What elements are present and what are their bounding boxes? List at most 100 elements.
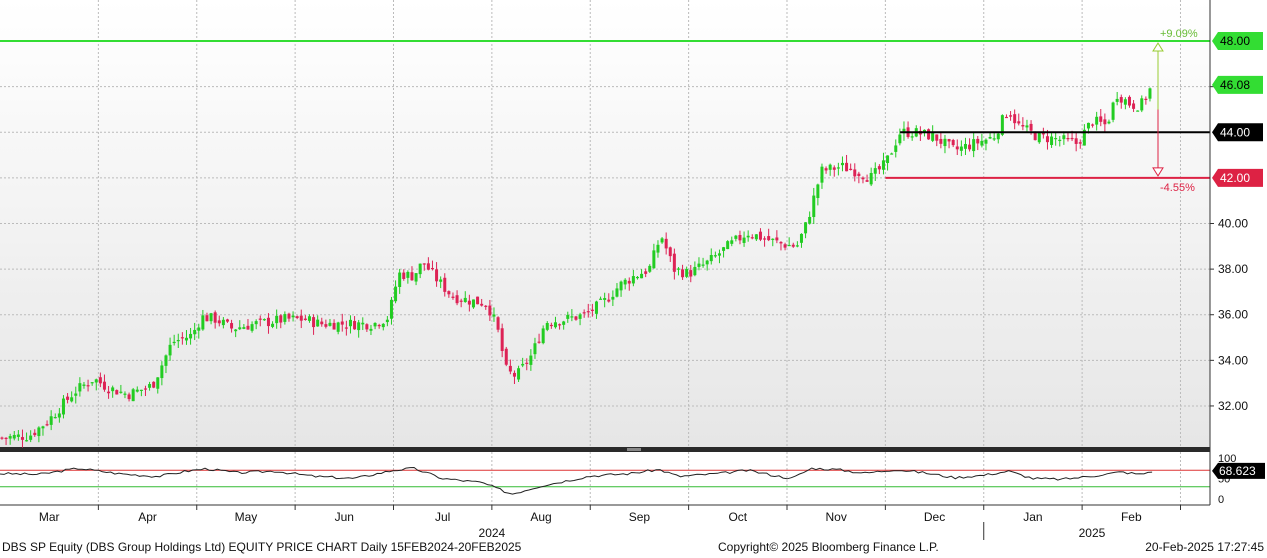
candle-up [611,296,615,300]
candle-up [381,323,385,328]
y-tick-label: 34.00 [1218,353,1248,367]
candle-up [1025,125,1029,128]
candle-up [943,138,947,147]
candle-down [127,394,131,400]
candle-down [107,391,111,394]
x-month-label: Mar [39,510,60,524]
candle-up [94,379,98,383]
candle-down [332,322,336,330]
candle-up [709,255,713,262]
candle-down [947,139,951,142]
candle-up [553,322,557,328]
candle-up [316,319,320,327]
candle-up [1086,122,1090,129]
candle-down [824,168,828,171]
x-month-label: Feb [1121,510,1142,524]
candle-up [980,140,984,146]
candle-down [1103,119,1107,125]
x-month-label: Jan [1023,510,1042,524]
chart-description: DBS SP Equity (DBS Group Holdings Ltd) E… [2,540,522,554]
candle-down [33,432,37,436]
candle-up [209,313,213,322]
candle-up [603,298,607,300]
candle-up [521,363,525,366]
candle-up [172,341,176,344]
candle-up [771,238,775,240]
candle-up [357,322,361,331]
candle-down [496,317,500,330]
candle-up [57,413,61,418]
candle-up [1095,116,1099,125]
candle-up [398,272,402,288]
candle-up [234,329,238,332]
candle-up [812,195,816,218]
candle-up [828,164,832,170]
candle-down [832,167,836,170]
candle-down [877,166,881,170]
candle-down [365,324,369,330]
candle-up [816,184,820,199]
candle-up [131,389,135,402]
x-month-label: Aug [530,510,551,524]
candle-down [402,272,406,279]
candle-up [37,427,41,437]
candle-up [820,166,824,183]
candle-down [4,437,8,439]
candle-down [1119,97,1123,103]
candle-down [435,269,439,282]
candle-up [348,319,352,327]
candle-up [705,260,709,265]
candle-down [849,168,853,170]
candle-up [361,322,365,325]
candle-down [340,321,344,325]
candle-down [45,424,49,426]
candle-down [525,362,529,364]
candle-down [758,231,762,240]
candle-down [627,280,631,284]
candle-up [254,321,258,325]
candle-down [230,323,234,329]
candle-down [1132,103,1136,109]
candle-up [734,235,738,239]
y-tick-label: 40.00 [1218,217,1248,231]
candle-down [143,388,147,390]
candle-up [787,244,791,247]
candle-up [1115,98,1119,102]
candle-up [139,389,143,391]
candle-up [70,397,74,402]
x-year-label: 2024 [479,526,506,540]
candle-up [78,383,82,392]
candle-up [394,286,398,302]
candle-up [648,265,652,272]
candle-up [1054,138,1058,140]
candle-down [295,316,299,319]
candle-up [41,426,45,429]
x-month-label: Jun [335,510,354,524]
candle-up [49,416,53,425]
candle-down [512,372,516,377]
candle-up [90,382,94,384]
candle-up [972,139,976,152]
candle-up [676,268,680,270]
candle-down [455,295,459,304]
candle-up [713,255,717,257]
candle-down [102,381,106,390]
timestamp: 20-Feb-2025 17:27:45 [1145,540,1264,554]
candle-up [963,143,967,149]
candle-up [886,155,890,164]
candle-up [82,384,86,386]
candle-up [685,268,689,277]
candle-down [689,270,693,277]
candle-down [853,169,857,177]
candle-up [53,417,57,419]
candle-down [586,311,590,313]
candle-up [164,355,168,366]
candle-up [406,271,410,278]
candle-up [1050,136,1054,145]
candle-up [615,288,619,297]
candle-up [193,329,197,335]
candle-down [767,236,771,241]
candle-down [180,337,184,339]
candle-down [574,316,578,320]
candle-down [225,319,229,322]
